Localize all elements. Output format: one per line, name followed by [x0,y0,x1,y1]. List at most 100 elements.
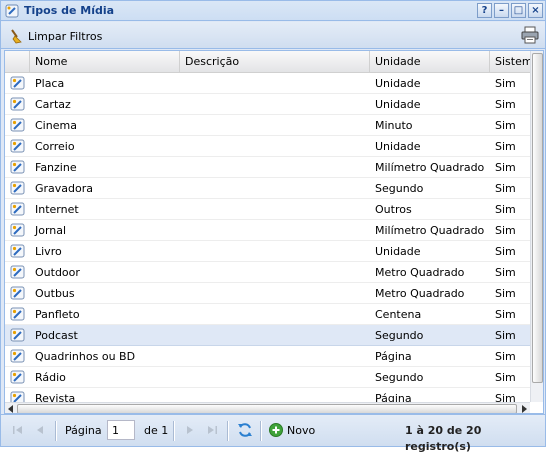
table-row[interactable]: Quadrinhos ou BD Página Sim [5,346,530,367]
cell-descricao [180,199,370,220]
cell-unidade: Metro Quadrado [375,266,465,279]
cell-descricao [180,136,370,157]
cell-nome: Placa [35,77,65,90]
cell-descricao [180,346,370,367]
edit-record-icon[interactable] [10,223,26,238]
clear-filters-button[interactable]: Limpar Filtros [10,28,102,44]
table-row[interactable]: Gravadora Segundo Sim [5,178,530,199]
header-unidade[interactable]: Unidade [370,51,490,73]
cell-sistema: Sim [495,266,516,279]
table-row[interactable]: Cinema Minuto Sim [5,115,530,136]
table-row[interactable]: Revista Página Sim [5,388,530,402]
cell-nome: Cartaz [35,98,71,111]
edit-record-icon[interactable] [10,391,26,402]
vertical-scroll-thumb[interactable] [532,53,543,383]
cell-sistema: Sim [495,182,516,195]
header-icon-column [5,51,30,73]
close-button[interactable]: × [528,3,543,18]
table-row[interactable]: Outbus Metro Quadrado Sim [5,283,530,304]
cell-unidade: Metro Quadrado [375,287,465,300]
last-page-icon[interactable] [205,423,219,437]
edit-record-icon[interactable] [10,97,26,112]
header-nome[interactable]: Nome [30,51,180,73]
cell-unidade: Outros [375,203,412,216]
separator [173,421,175,441]
horizontal-scroll-thumb[interactable] [17,404,517,413]
horizontal-scrollbar[interactable] [5,402,530,413]
cell-descricao [180,304,370,325]
table-row[interactable]: Fanzine Milímetro Quadrado Sim [5,157,530,178]
edit-record-icon[interactable] [10,76,26,91]
cell-sistema: Sim [495,98,516,111]
table-row[interactable]: Cartaz Unidade Sim [5,94,530,115]
edit-record-icon[interactable] [10,370,26,385]
title-bar[interactable]: Tipos de Mídia ? – □ × [1,1,545,21]
cell-nome: Rádio [35,371,66,384]
minimize-button[interactable]: – [494,3,509,18]
cell-nome: Livro [35,245,62,258]
edit-record-icon[interactable] [10,181,26,196]
cell-unidade: Segundo [375,329,424,342]
edit-record-icon[interactable] [10,118,26,133]
cell-descricao [180,94,370,115]
media-types-grid: Nome Descrição Unidade Sistema Placa Unid… [4,50,544,414]
separator [260,421,262,441]
previous-page-icon[interactable] [33,423,47,437]
cell-unidade: Unidade [375,140,421,153]
edit-record-icon[interactable] [10,307,26,322]
edit-record-icon[interactable] [10,244,26,259]
table-row[interactable]: Placa Unidade Sim [5,73,530,94]
edit-record-icon[interactable] [10,286,26,301]
header-descricao[interactable]: Descrição [180,51,370,73]
vertical-scrollbar[interactable] [530,51,543,402]
refresh-icon[interactable] [237,422,253,438]
scroll-left-arrow-icon[interactable] [8,405,13,413]
table-row[interactable]: Jornal Milímetro Quadrado Sim [5,220,530,241]
cell-unidade: Milímetro Quadrado [375,224,485,237]
maximize-button[interactable]: □ [511,3,526,18]
records-summary: 1 à 20 de 20 registro(s) [405,424,482,453]
media-type-icon [5,4,19,18]
cell-unidade: Página [375,392,412,402]
cell-unidade: Milímetro Quadrado [375,161,485,174]
cell-sistema: Sim [495,224,516,237]
cell-sistema: Sim [495,140,516,153]
edit-record-icon[interactable] [10,265,26,280]
page-number-input[interactable] [107,420,135,440]
cell-nome: Jornal [35,224,67,237]
clear-filters-label: Limpar Filtros [28,29,103,43]
edit-record-icon[interactable] [10,202,26,217]
window-title: Tipos de Mídia [24,4,115,17]
table-row[interactable]: Internet Outros Sim [5,199,530,220]
next-page-icon[interactable] [183,423,197,437]
first-page-icon[interactable] [11,423,25,437]
paging-toolbar: Página de 1 Novo 1 à 20 de 20 registro(s… [1,414,545,453]
table-row[interactable]: Livro Unidade Sim [5,241,530,262]
cell-nome: Panfleto [35,308,80,321]
table-row[interactable]: Podcast Segundo Sim [5,325,530,346]
edit-record-icon[interactable] [10,160,26,175]
table-row[interactable]: Panfleto Centena Sim [5,304,530,325]
cell-nome: Outdoor [35,266,80,279]
printer-icon[interactable] [520,26,540,44]
edit-record-icon[interactable] [10,349,26,364]
cell-unidade: Página [375,350,412,363]
help-button[interactable]: ? [477,3,492,18]
cell-sistema: Sim [495,371,516,384]
edit-record-icon[interactable] [10,328,26,343]
scroll-right-arrow-icon[interactable] [522,405,527,413]
cell-descricao [180,262,370,283]
table-row[interactable]: Rádio Segundo Sim [5,367,530,388]
cell-nome: Internet [35,203,79,216]
cell-nome: Revista [35,392,76,402]
cell-descricao [180,157,370,178]
cell-nome: Correio [35,140,75,153]
table-row[interactable]: Correio Unidade Sim [5,136,530,157]
new-button[interactable]: Novo [269,422,315,438]
table-row[interactable]: Outdoor Metro Quadrado Sim [5,262,530,283]
tipos-de-midia-window: Tipos de Mídia ? – □ × Limpar Filtros No… [0,0,546,453]
cell-nome: Fanzine [35,161,77,174]
separator [227,421,229,441]
edit-record-icon[interactable] [10,139,26,154]
cell-descricao [180,220,370,241]
